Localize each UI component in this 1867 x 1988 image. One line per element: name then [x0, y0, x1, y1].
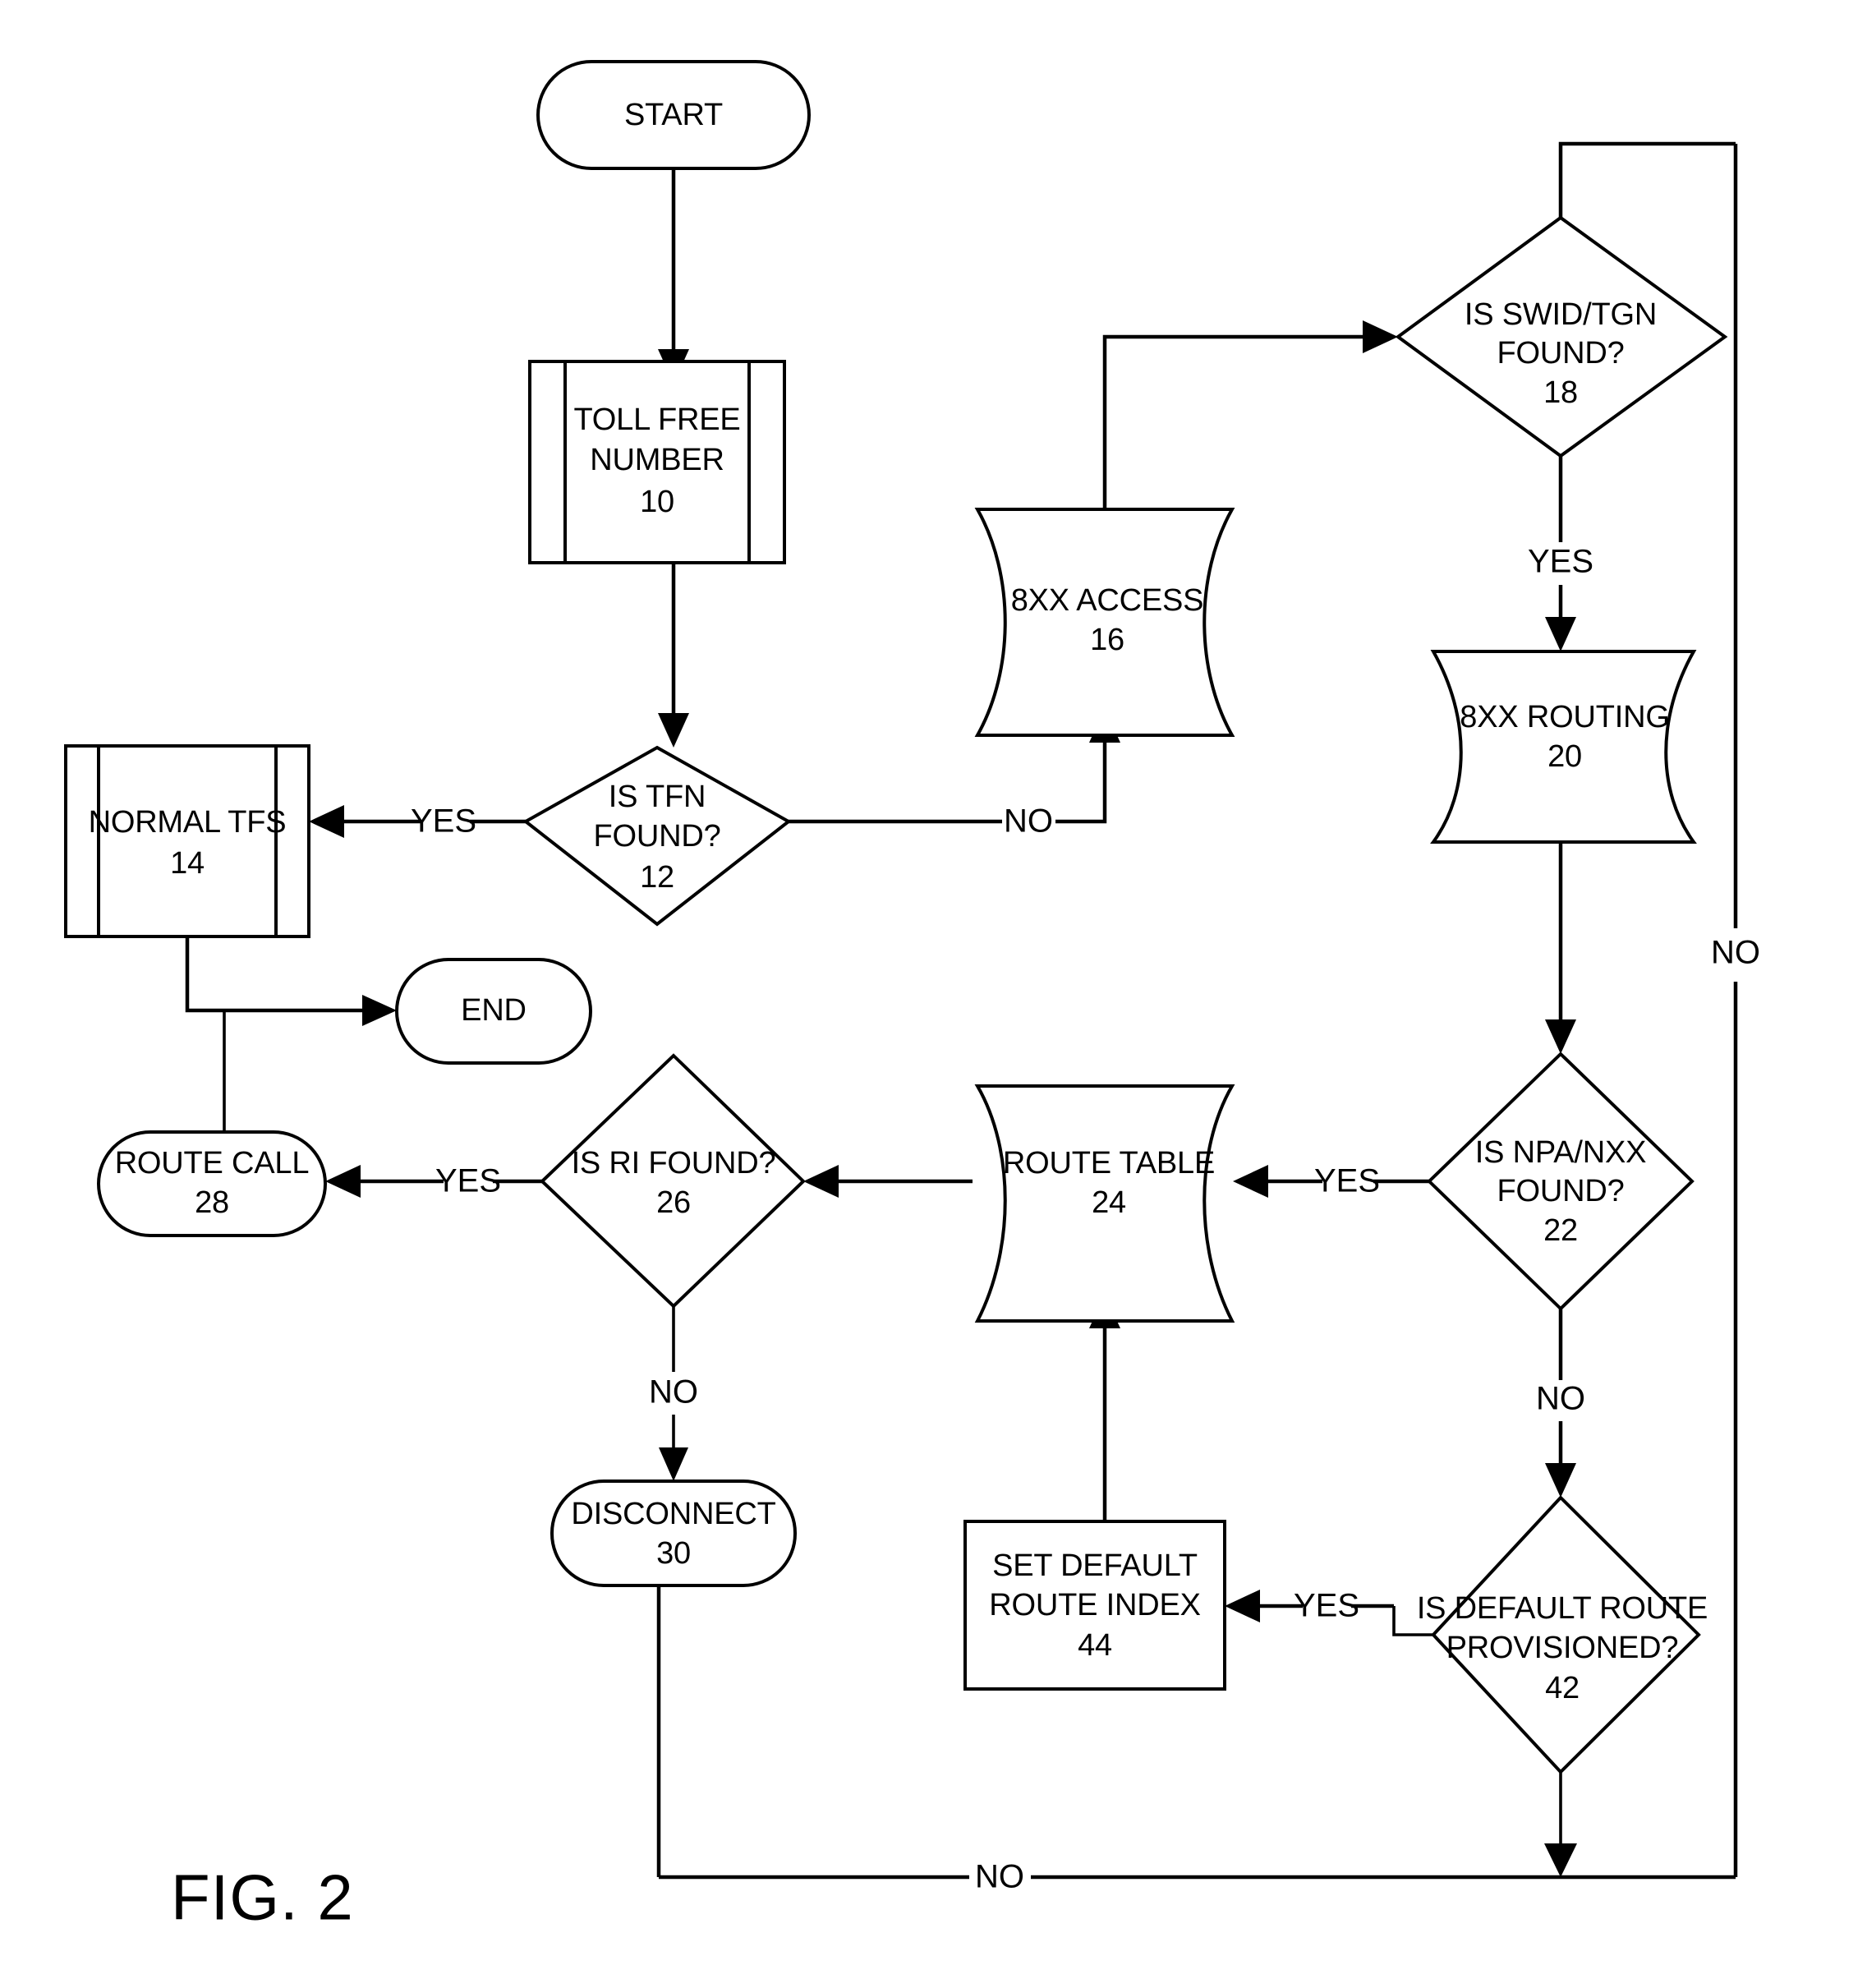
edge-label-yes-is-tfn-found: YES	[411, 803, 476, 840]
is-default-route-provisioned-label-line1: IS DEFAULT ROUTE	[1417, 1591, 1708, 1626]
8xx-routing-ref: 20	[1547, 739, 1582, 774]
8xx-access-ref: 16	[1090, 623, 1124, 657]
node-route-call[interactable]: ROUTE CALL 28	[97, 1130, 327, 1237]
edge-label-yes-is-npa-nxx: YES	[1314, 1163, 1380, 1199]
is-default-route-provisioned-ref: 42	[1545, 1671, 1580, 1705]
route-call-label: ROUTE CALL	[115, 1146, 310, 1180]
edge-label-no-is-npa-nxx: NO	[1536, 1381, 1585, 1417]
edge-label-yes-is-swid-tgn: YES	[1528, 544, 1593, 580]
is-swid-tgn-found-ref: 18	[1543, 375, 1578, 410]
node-8xx-access[interactable]: 8XX ACCESS 16	[974, 508, 1235, 737]
is-npa-nxx-found-ref: 22	[1543, 1213, 1578, 1248]
nodes: START TOLL FREE NUMBER 10 IS TFN FOUND? …	[64, 60, 1728, 1774]
edge-is-default-route-no-to-bottom-bus	[1544, 1772, 1577, 1877]
edge-label-yes-is-ri-found: YES	[435, 1163, 501, 1199]
edge-is-ri-found-yes-to-route-call	[325, 1165, 542, 1198]
node-start[interactable]: START	[536, 60, 811, 170]
edge-set-default-route-index-to-route-table	[1089, 1294, 1120, 1521]
is-default-route-provisioned-label-line2: PROVISIONED?	[1446, 1631, 1679, 1665]
edge-is-swid-tgn-no-loop	[1558, 141, 1736, 218]
set-default-route-index-label-line1: SET DEFAULT	[992, 1549, 1198, 1583]
edge-8xx-access-to-is-swid-tgn	[1102, 320, 1398, 509]
edge-label-yes-is-default-route: YES	[1294, 1588, 1359, 1624]
normal-tfs-shape	[64, 744, 310, 938]
node-8xx-routing[interactable]: 8XX ROUTING 20	[1430, 650, 1697, 844]
is-ri-found-ref: 26	[656, 1185, 691, 1220]
node-is-default-route-provisioned[interactable]: IS DEFAULT ROUTE PROVISIONED? 42	[1417, 1495, 1708, 1774]
edge-8xx-routing-to-is-npa-nxx	[1545, 842, 1576, 1054]
flowchart-svg: NORMAL TFS --> 8XX ACCESS --> 8XX ROUTIN…	[64, 60, 1760, 1934]
8xx-routing-label: 8XX ROUTING	[1460, 700, 1669, 734]
normal-tfs-label: NORMAL TFS	[89, 805, 287, 840]
node-toll-free-number[interactable]: TOLL FREE NUMBER 10	[528, 360, 786, 564]
route-table-label: ROUTE TABLE	[1003, 1146, 1215, 1180]
toll-free-number-ref: 10	[640, 485, 674, 519]
is-npa-nxx-found-label-line1: IS NPA/NXX	[1475, 1135, 1646, 1170]
edge-label-no-is-ri-found: NO	[649, 1374, 698, 1410]
is-swid-tgn-found-label-line2: FOUND?	[1497, 336, 1624, 370]
node-is-tfn-found[interactable]: IS TFN FOUND? 12	[522, 745, 792, 927]
node-set-default-route-index[interactable]: SET DEFAULT ROUTE INDEX 44	[963, 1520, 1226, 1691]
is-tfn-found-ref: 12	[640, 860, 674, 895]
edge-label-no-is-tfn-found: NO	[1004, 803, 1053, 840]
figure-canvas: NORMAL TFS --> 8XX ACCESS --> 8XX ROUTIN…	[0, 0, 1867, 1988]
node-is-ri-found[interactable]: IS RI FOUND? 26	[540, 1053, 806, 1309]
node-is-npa-nxx-found[interactable]: IS NPA/NXX FOUND? 22	[1427, 1052, 1695, 1311]
toll-free-number-label-line1: TOLL FREE	[573, 403, 740, 437]
edge-route-table-to-is-ri-found	[803, 1165, 973, 1198]
edge-label-no-is-swid-tgn: NO	[1711, 935, 1760, 971]
edge-toll-free-number-to-is-tfn-found	[658, 563, 689, 748]
normal-tfs-ref: 14	[170, 846, 205, 881]
figure-caption: FIG. 2	[171, 1861, 354, 1934]
8xx-access-label: 8XX ACCESS	[1011, 583, 1204, 618]
disconnect-ref: 30	[656, 1536, 691, 1571]
set-default-route-index-ref: 44	[1078, 1628, 1112, 1663]
route-call-ref: 28	[195, 1185, 229, 1220]
edge-normal-tfs-to-end	[185, 936, 397, 1026]
route-table-ref: 24	[1092, 1185, 1126, 1220]
is-tfn-found-label-line2: FOUND?	[593, 819, 720, 854]
edge-start-to-toll-free-number	[658, 164, 689, 384]
node-disconnect[interactable]: DISCONNECT 30	[550, 1479, 797, 1587]
is-npa-nxx-found-label-line2: FOUND?	[1497, 1174, 1624, 1208]
disconnect-label: DISCONNECT	[571, 1497, 775, 1531]
node-end[interactable]: END	[395, 958, 592, 1065]
is-swid-tgn-found-label-line1: IS SWID/TGN	[1465, 297, 1657, 332]
toll-free-number-label-line2: NUMBER	[590, 443, 724, 477]
node-route-table[interactable]: ROUTE TABLE 24	[974, 1084, 1235, 1323]
node-is-swid-tgn-found[interactable]: IS SWID/TGN FOUND? 18	[1395, 215, 1728, 458]
edge-label-no-bottom-bus: NO	[975, 1859, 1024, 1895]
is-ri-found-label: IS RI FOUND?	[572, 1146, 776, 1180]
is-ri-found-shape	[540, 1053, 806, 1309]
start-label: START	[624, 98, 723, 132]
is-tfn-found-label-line1: IS TFN	[609, 780, 706, 814]
end-label: END	[461, 993, 527, 1028]
set-default-route-index-label-line2: ROUTE INDEX	[989, 1588, 1201, 1622]
node-normal-tfs[interactable]: NORMAL TFS 14	[64, 744, 310, 938]
